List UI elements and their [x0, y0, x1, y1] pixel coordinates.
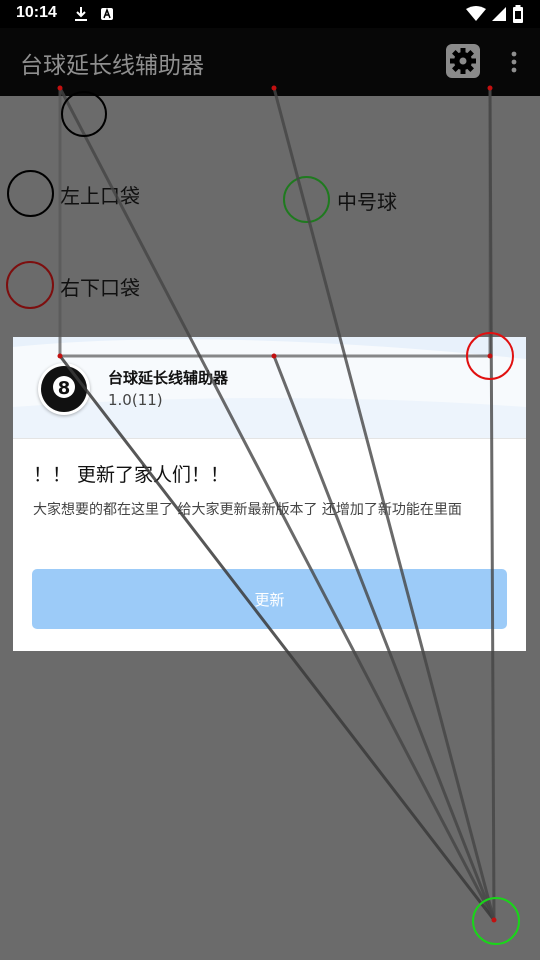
- guide-line: [58, 354, 496, 922]
- aim-guide-overlay: [57, 85, 520, 945]
- anchor-point: [271, 353, 277, 359]
- guide-line: [272, 354, 496, 922]
- guide-line: [488, 86, 496, 922]
- table-boundary-line: [58, 86, 492, 358]
- anchor-point: [487, 85, 493, 91]
- anchor-point: [271, 85, 277, 91]
- guide-line: [272, 86, 496, 922]
- anchor-point: [57, 85, 63, 91]
- anchor-point: [491, 917, 497, 923]
- top-left-pocket-aim-circle: [61, 91, 107, 137]
- anchor-point: [57, 353, 63, 359]
- guide-line: [58, 86, 496, 922]
- anchor-point: [487, 353, 493, 359]
